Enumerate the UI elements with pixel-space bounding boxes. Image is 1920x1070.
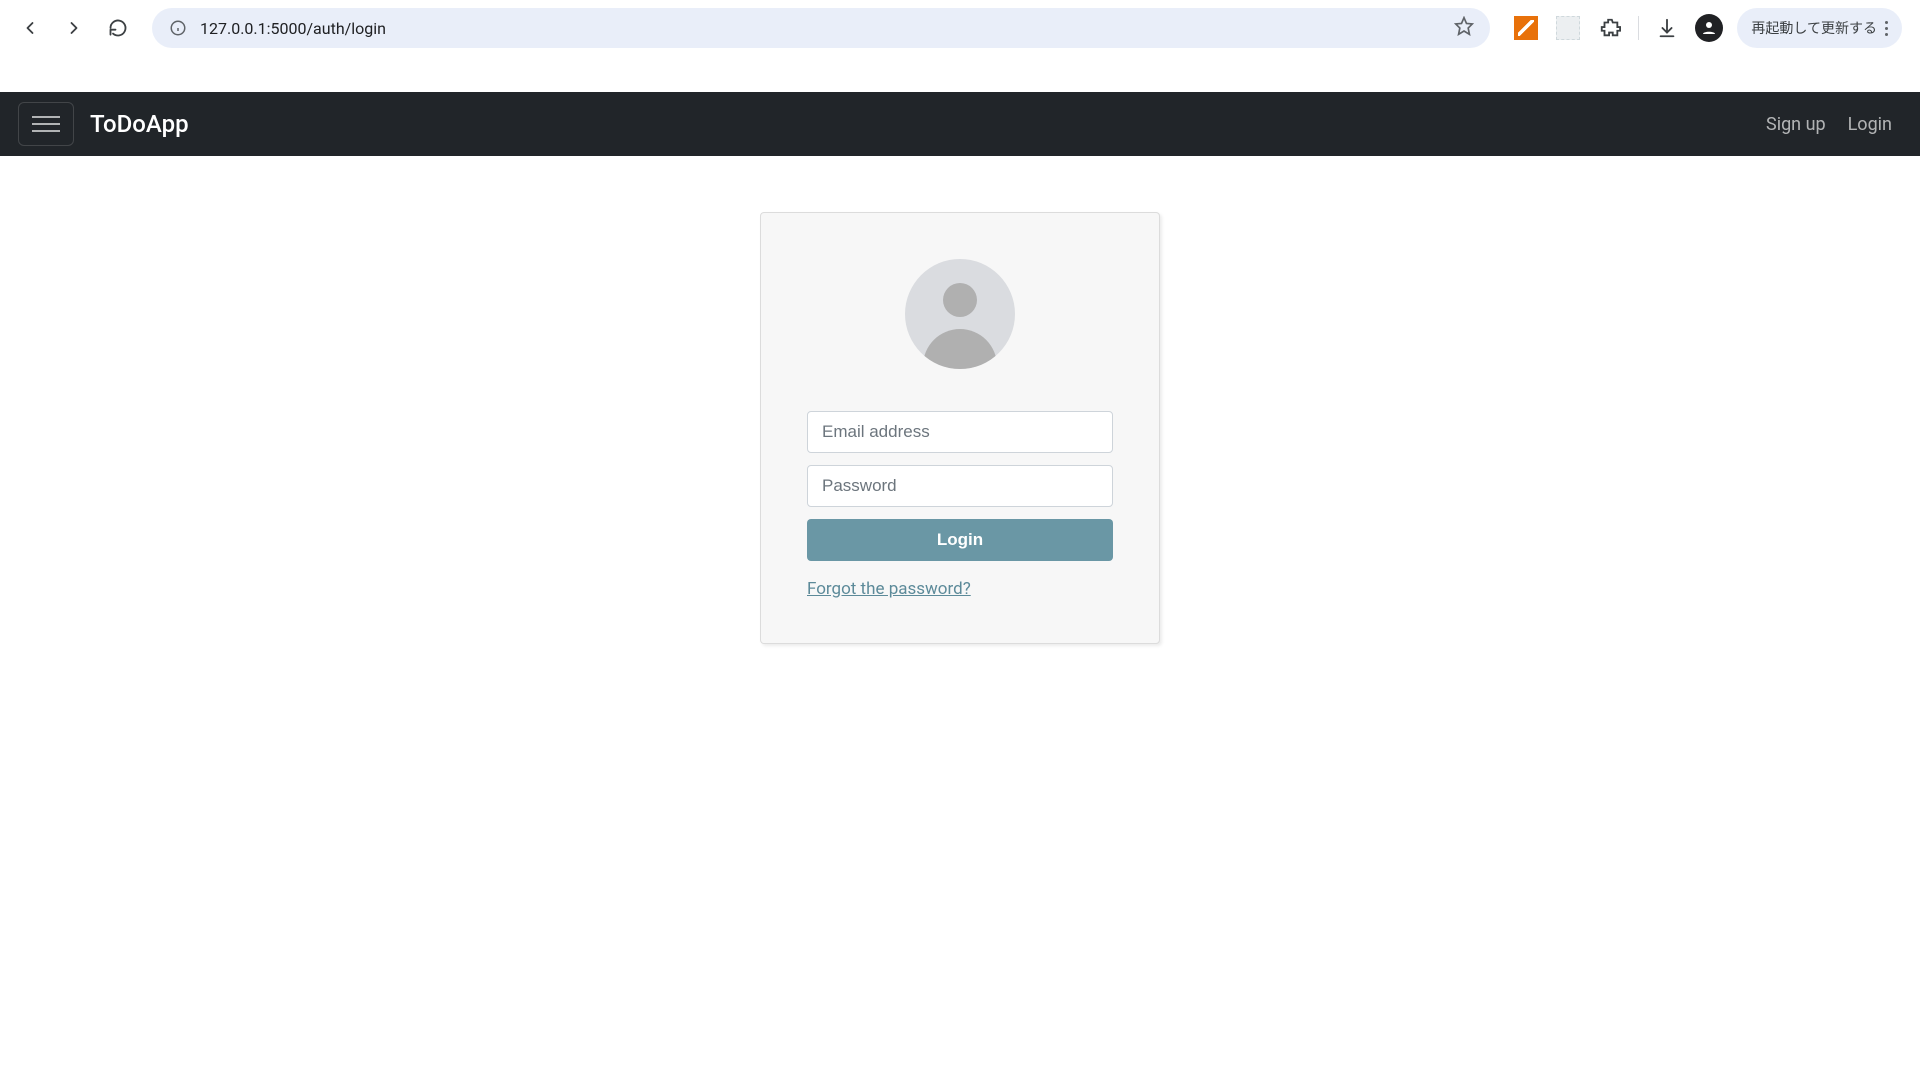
browser-actions: 再起動して更新する: [1506, 8, 1908, 48]
extensions-puzzle-icon[interactable]: [1596, 14, 1624, 42]
nav-link-signup[interactable]: Sign up: [1766, 114, 1826, 135]
email-field[interactable]: [807, 411, 1113, 453]
address-bar[interactable]: 127.0.0.1:5000/auth/login: [152, 8, 1490, 48]
relaunch-label: 再起動して更新する: [1751, 18, 1877, 38]
page-content: Login Forgot the password?: [0, 156, 1920, 644]
avatar-placeholder-icon: [905, 259, 1015, 369]
forgot-password-link[interactable]: Forgot the password?: [807, 579, 971, 599]
downloads-icon[interactable]: [1653, 14, 1681, 42]
forward-button[interactable]: [56, 10, 92, 46]
url-text: 127.0.0.1:5000/auth/login: [200, 19, 1442, 38]
back-button[interactable]: [12, 10, 48, 46]
brand-title[interactable]: ToDoApp: [90, 110, 189, 138]
relaunch-update-button[interactable]: 再起動して更新する: [1737, 8, 1902, 48]
browser-toolbar: 127.0.0.1:5000/auth/login 再起動して更新する: [0, 0, 1920, 56]
app-navbar: ToDoApp Sign up Login: [0, 92, 1920, 156]
profile-avatar-icon[interactable]: [1695, 14, 1723, 42]
nav-toggle-button[interactable]: [18, 102, 74, 146]
extension-analytics-icon[interactable]: [1512, 14, 1540, 42]
login-card: Login Forgot the password?: [760, 212, 1160, 644]
kebab-menu-icon[interactable]: [1885, 21, 1888, 36]
login-button[interactable]: Login: [807, 519, 1113, 561]
bookmark-star-icon[interactable]: [1454, 16, 1474, 40]
password-field[interactable]: [807, 465, 1113, 507]
reload-button[interactable]: [100, 10, 136, 46]
site-info-icon[interactable]: [168, 18, 188, 38]
separator: [1638, 16, 1639, 40]
nav-link-login[interactable]: Login: [1848, 114, 1892, 135]
extension-gray-icon[interactable]: [1554, 14, 1582, 42]
